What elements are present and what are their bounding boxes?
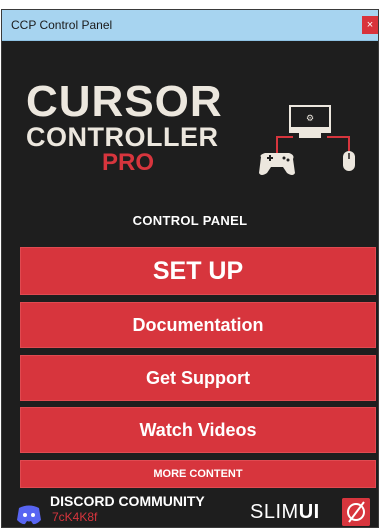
svg-text:⚙: ⚙ <box>306 114 314 124</box>
control-panel-heading: CONTROL PANEL <box>132 213 248 228</box>
brand-subtitle-pro: PRO <box>102 149 155 176</box>
app-window: CCP Control Panel × CURSOR CONTROLLER PR… <box>2 10 378 527</box>
close-button[interactable]: × <box>362 16 378 34</box>
slimui-logo-light: SLIM <box>250 501 299 523</box>
brand-title-line1: CURSOR <box>26 77 223 126</box>
get-support-button[interactable]: Get Support <box>20 355 376 401</box>
brand-title-line2: CONTROLLER <box>26 122 219 152</box>
discord-icon[interactable] <box>16 504 42 526</box>
gamepad-monitor-mouse-icon: ⚙ <box>259 105 355 175</box>
slash-circle-icon[interactable] <box>342 498 370 526</box>
slimui-logo[interactable]: SLIMUI <box>250 501 320 524</box>
watch-videos-button[interactable]: Watch Videos <box>20 407 376 453</box>
discord-community-link[interactable]: DISCORD COMMUNITY <box>50 493 205 509</box>
title-bar[interactable]: CCP Control Panel × <box>2 10 378 41</box>
setup-button[interactable]: SET UP <box>20 247 376 295</box>
documentation-button[interactable]: Documentation <box>20 302 376 348</box>
discord-invite-code[interactable]: 7cK4K8f <box>52 510 97 524</box>
more-content-button[interactable]: MORE CONTENT <box>20 460 376 488</box>
window-title: CCP Control Panel <box>11 18 113 32</box>
logo-area: CURSOR CONTROLLER PRO ⚙ <box>2 40 378 190</box>
slimui-logo-bold: UI <box>298 501 320 523</box>
